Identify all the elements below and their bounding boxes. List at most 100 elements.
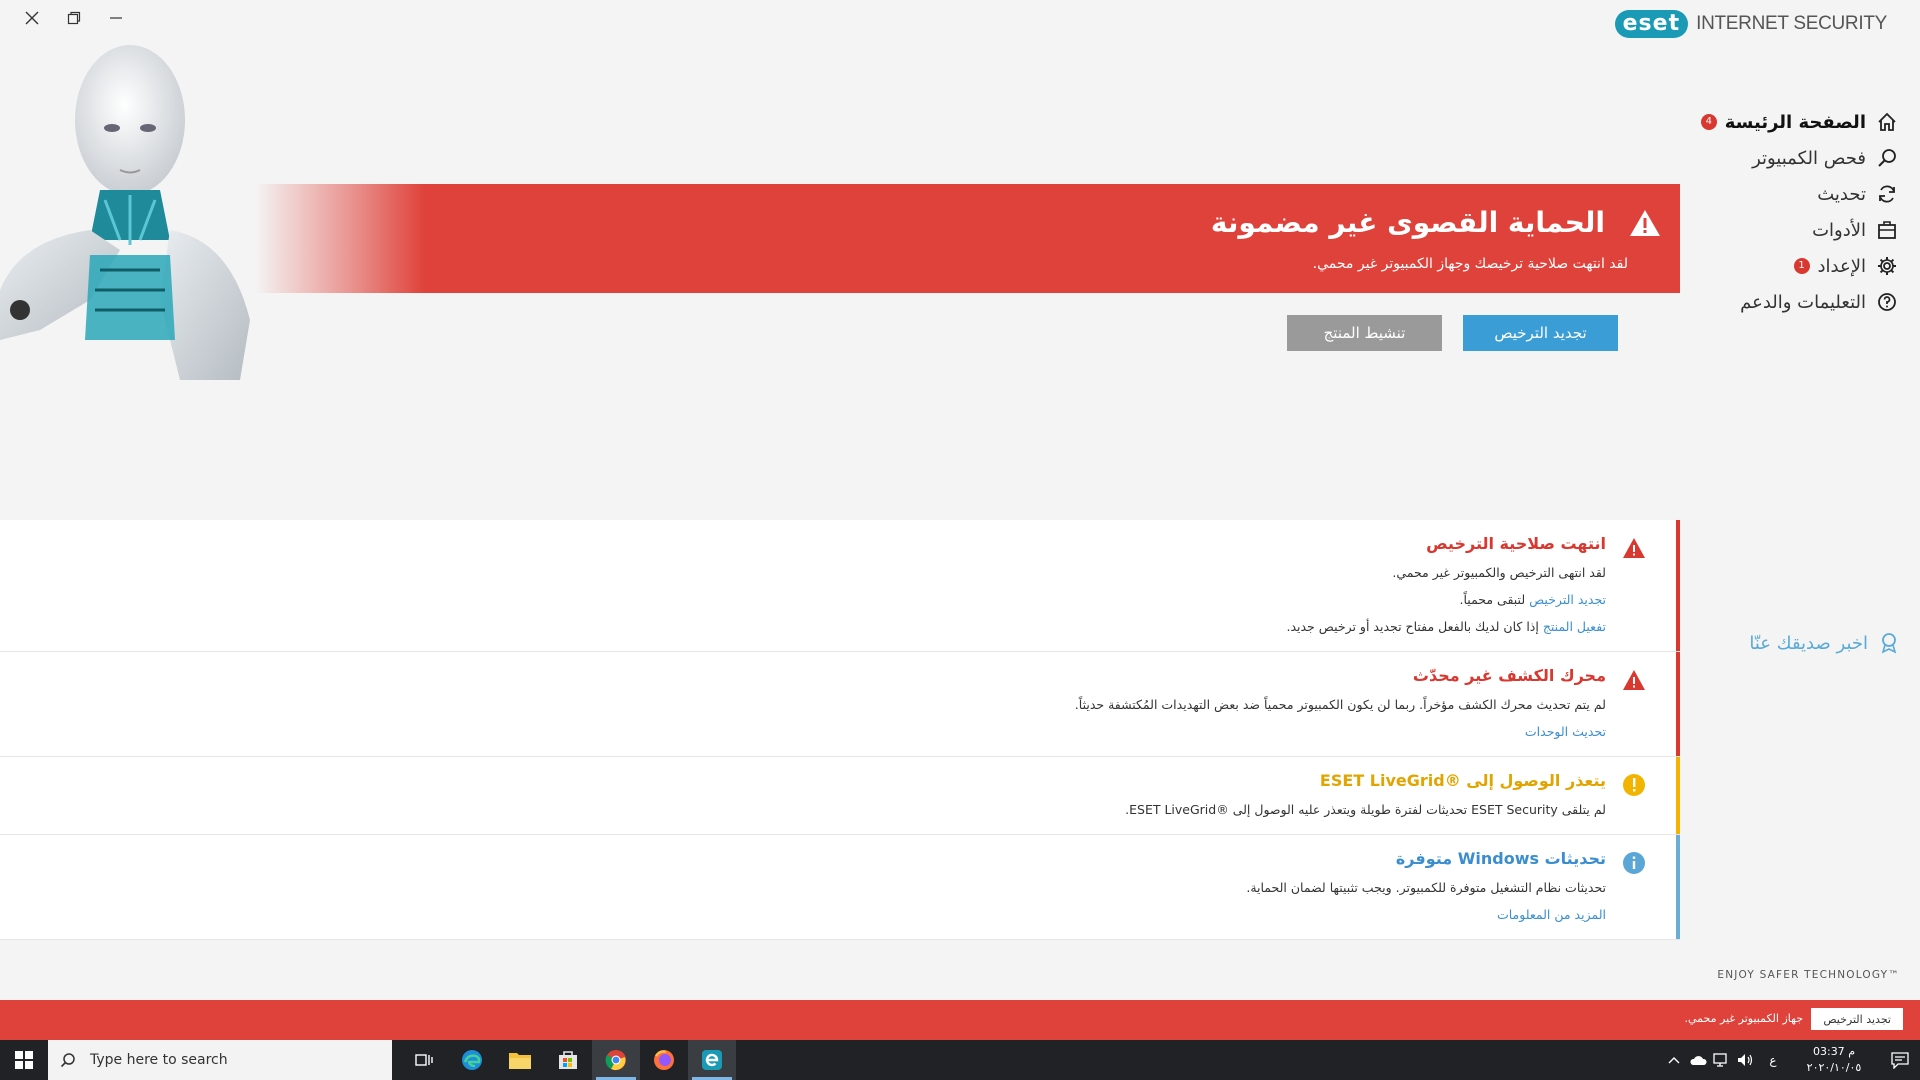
action-center-button[interactable] [1880,1051,1920,1069]
logo-mark: eset [1614,10,1689,38]
error-triangle-icon [1622,668,1646,692]
nav-item-tools[interactable]: الأدوات [1701,212,1900,248]
warning-circle-icon [1622,773,1646,797]
show-hidden-icons-button[interactable] [1662,1056,1686,1064]
notification-livegrid: يتعذر الوصول إلى ®ESET LiveGrid لم يتلقى… [0,757,1680,835]
nav-label: التعليمات والدعم [1740,291,1866,313]
search-icon [60,1053,75,1068]
onedrive-button[interactable] [1686,1054,1710,1066]
firefox-app[interactable] [640,1040,688,1080]
chrome-app[interactable] [592,1040,640,1080]
banner-subtitle: لقد انتهت صلاحية ترخيصك وجهاز الكمبيوتر … [1312,256,1628,272]
clock-date: ٢٠٢٠/١٠/٠٥ [1806,1061,1862,1074]
clock[interactable]: 03:37 م ٢٠٢٠/١٠/٠٥ [1794,1044,1874,1076]
notification-list: انتهت صلاحية الترخيص لقد انتهى الترخيص و… [0,520,1680,940]
nav-item-help-support[interactable]: التعليمات والدعم [1701,284,1900,320]
notification-detection-engine: محرك الكشف غير محدّث لم يتم تحديث محرك ا… [0,652,1680,757]
tell-a-friend-link[interactable]: اخبر صديقك عنّا [1749,630,1902,656]
activate-product-link[interactable]: تفعيل المنتج [1543,619,1606,634]
firefox-icon [654,1050,674,1070]
robot-illustration [0,45,250,380]
notification-windows-updates: تحديثات Windows متوفرة تحديثات نظام التش… [0,835,1680,940]
speaker-icon [1738,1054,1753,1066]
nav-label: فحص الكمبيوتر [1752,147,1866,169]
search-icon [1874,145,1900,171]
nav-label: الأدوات [1812,219,1866,241]
clock-time: 03:37 م [1812,1045,1855,1058]
warning-icon [1628,208,1662,242]
update-modules-link[interactable]: تحديث الوحدات [1525,724,1606,739]
minimize-icon [110,17,122,19]
refresh-icon [1874,181,1900,207]
nav-label: تحديث [1817,183,1866,205]
strip-status-text: جهاز الكمبيوتر غير محمي. [1684,1012,1803,1025]
search-placeholder: Type here to search [90,1052,228,1068]
notification-badge: 4 [1700,114,1717,130]
notification-badge: 1 [1793,258,1810,274]
network-button[interactable] [1710,1053,1734,1067]
chrome-icon [605,1050,626,1071]
activate-product-button[interactable]: تنشيط المنتج [1287,315,1442,351]
notification-center-icon [1891,1052,1909,1069]
close-button[interactable] [12,6,52,30]
tagline: ENJOY SAFER TECHNOLOGY™ [1717,969,1900,981]
main-navigation: الصفحة الرئيسة 4 فحص الكمبيوتر تحديث الأ… [1700,104,1900,320]
task-view-button[interactable] [400,1040,448,1080]
restore-button[interactable] [54,6,94,30]
eset-app[interactable] [688,1040,736,1080]
close-icon [25,11,39,25]
notification-text: تحديثات نظام التشغيل متوفرة للكمبيوتر. و… [1246,880,1606,895]
more-info-link[interactable]: المزيد من المعلومات [1497,907,1606,922]
home-icon [1874,109,1900,135]
tell-a-friend-label: اخبر صديقك عنّا [1749,632,1868,654]
notification-title: تحديثات Windows متوفرة [1395,849,1606,868]
nav-item-update[interactable]: تحديث [1701,176,1900,212]
award-icon [1876,630,1902,656]
minimize-button[interactable] [96,6,136,30]
start-button[interactable] [0,1040,48,1080]
taskbar-search-box[interactable]: Type here to search [48,1040,392,1080]
notification-line: المزيد من المعلومات [20,901,1606,928]
nav-item-setup[interactable]: الإعداد 1 [1701,248,1900,284]
status-strip: تجديد الترخيص جهاز الكمبيوتر غير محمي. [0,1000,1920,1040]
gear-icon [1874,253,1900,279]
notification-line: تجديد الترخيص لتبقى محمياً. [20,586,1606,613]
error-triangle-icon [1622,536,1646,560]
input-language[interactable]: ع [1758,1053,1788,1067]
task-view-icon [415,1054,433,1066]
notification-title: محرك الكشف غير محدّث [1412,666,1606,685]
store-app[interactable] [544,1040,592,1080]
restore-icon [67,11,81,25]
renew-license-link[interactable]: تجديد الترخيص [1529,592,1606,607]
notification-title: انتهت صلاحية الترخيص [1426,534,1606,553]
nav-item-computer-scan[interactable]: فحص الكمبيوتر [1701,140,1900,176]
file-explorer-app[interactable] [496,1040,544,1080]
notification-text: إذا كان لديك بالفعل مفتاح تجديد أو ترخيص… [1286,619,1543,634]
edge-app[interactable] [448,1040,496,1080]
store-icon [559,1051,577,1069]
help-icon [1874,289,1900,315]
notification-line: تحديث الوحدات [20,718,1606,745]
product-name: INTERNET SECURITY [1696,13,1887,34]
banner-title: الحماية القصوى غير مضمونة [1210,206,1605,239]
renew-license-button[interactable]: تجديد الترخيص [1463,315,1618,351]
briefcase-icon [1874,217,1900,243]
protection-status-banner: الحماية القصوى غير مضمونة لقد انتهت صلاح… [255,184,1680,293]
volume-button[interactable] [1734,1053,1758,1067]
notification-text: لتبقى محمياً. [1459,592,1530,607]
system-tray: ع 03:37 م ٢٠٢٠/١٠/٠٥ [1662,1040,1920,1080]
notification-text: لم يتم تحديث محرك الكشف مؤخراً. ربما لن … [1074,697,1606,712]
windows-logo-icon [15,1051,33,1069]
eset-logo: eset INTERNET SECURITY [1614,10,1887,38]
info-icon [1622,851,1646,875]
nav-item-home[interactable]: الصفحة الرئيسة 4 [1700,104,1900,140]
notification-text: لقد انتهى الترخيص والكمبيوتر غير محمي. [1392,565,1606,580]
notification-line: تفعيل المنتج إذا كان لديك بالفعل مفتاح ت… [20,613,1606,640]
windows-taskbar: Type here to search ع 03:37 م ٢٠٢٠/١٠/٠٥ [0,1040,1920,1080]
file-explorer-icon [509,1053,531,1069]
eset-icon [702,1050,722,1070]
strip-renew-button[interactable]: تجديد الترخيص [1811,1008,1903,1030]
chevron-up-icon [1668,1057,1680,1064]
notification-title: يتعذر الوصول إلى ®ESET LiveGrid [1319,771,1606,790]
nav-label: الصفحة الرئيسة [1724,111,1866,133]
